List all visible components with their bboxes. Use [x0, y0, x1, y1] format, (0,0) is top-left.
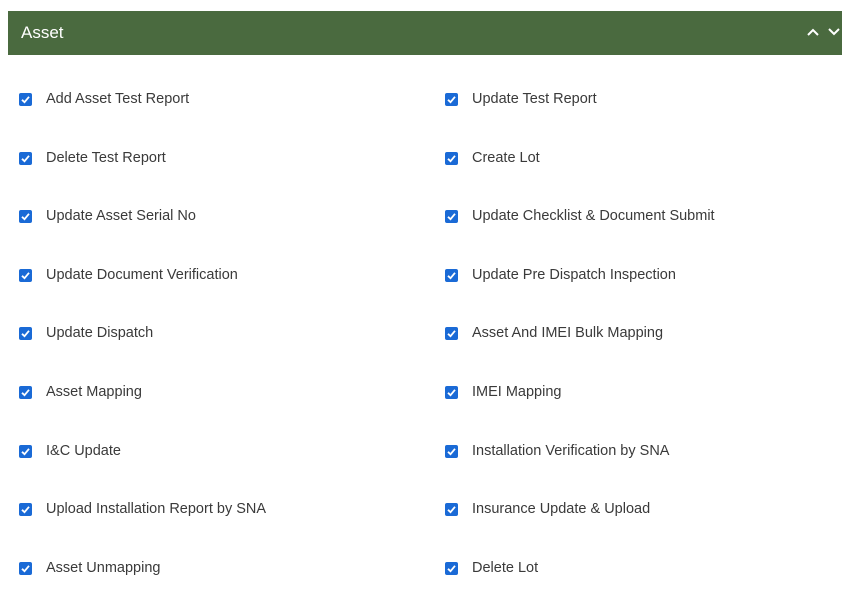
permission-checkbox-item[interactable]: Insurance Update & Upload — [445, 498, 650, 520]
checkbox-checked-icon[interactable] — [19, 92, 32, 106]
permission-checkbox-item[interactable]: Update Asset Serial No — [19, 205, 196, 227]
checkbox-checked-icon[interactable] — [445, 151, 458, 165]
permission-checkbox-item[interactable]: Update Test Report — [445, 88, 597, 110]
checkbox-checked-icon[interactable] — [19, 444, 32, 458]
checkbox-label: Delete Lot — [472, 560, 539, 576]
checkbox-label: Update Checklist & Document Submit — [472, 208, 715, 224]
permission-checkbox-item[interactable]: Installation Verification by SNA — [445, 440, 669, 462]
permission-checkbox-item[interactable]: Update Checklist & Document Submit — [445, 205, 715, 227]
permission-checkbox-item[interactable]: Delete Test Report — [19, 147, 166, 169]
checkbox-checked-icon[interactable] — [19, 268, 32, 282]
permission-checkbox-item[interactable]: Update Document Verification — [19, 264, 238, 286]
checkbox-checked-icon[interactable] — [445, 326, 458, 340]
permission-checkbox-item[interactable]: Add Asset Test Report — [19, 88, 189, 110]
checkbox-label: IMEI Mapping — [472, 384, 562, 400]
checkbox-label: Update Dispatch — [46, 325, 154, 341]
checkbox-checked-icon[interactable] — [445, 209, 458, 223]
permission-checkbox-item[interactable]: Upload Installation Report by SNA — [19, 498, 266, 520]
checkbox-label: Asset Mapping — [46, 384, 142, 400]
checkbox-label: I&C Update — [46, 443, 121, 459]
permission-checkbox-item[interactable]: Update Pre Dispatch Inspection — [445, 264, 676, 286]
checkbox-checked-icon[interactable] — [445, 385, 458, 399]
checkbox-label: Asset Unmapping — [46, 560, 161, 576]
checkbox-label: Delete Test Report — [46, 150, 166, 166]
checkbox-label: Update Test Report — [472, 91, 597, 107]
checkbox-checked-icon[interactable] — [19, 502, 32, 516]
checkbox-checked-icon[interactable] — [445, 444, 458, 458]
checkbox-checked-icon[interactable] — [19, 385, 32, 399]
permission-checkbox-item[interactable]: IMEI Mapping — [445, 381, 561, 403]
permission-checkbox-item[interactable]: Asset And IMEI Bulk Mapping — [445, 322, 663, 344]
permission-checkbox-item[interactable]: I&C Update — [19, 440, 121, 462]
checkbox-checked-icon[interactable] — [445, 561, 458, 575]
checkbox-checked-icon[interactable] — [445, 92, 458, 106]
checkbox-label: Insurance Update & Upload — [472, 501, 651, 517]
checkbox-checked-icon[interactable] — [19, 326, 32, 340]
checkbox-label: Update Asset Serial No — [46, 208, 196, 224]
checkbox-checked-icon[interactable] — [19, 151, 32, 165]
checkbox-label: Update Pre Dispatch Inspection — [472, 267, 676, 283]
permission-checkbox-item[interactable]: Delete Lot — [445, 557, 538, 579]
checkbox-label: Create Lot — [472, 150, 540, 166]
permission-checkbox-item[interactable]: Asset Unmapping — [19, 557, 160, 579]
checkbox-label: Upload Installation Report by SNA — [46, 501, 267, 517]
checkbox-checked-icon[interactable] — [445, 268, 458, 282]
checkbox-checked-icon[interactable] — [19, 209, 32, 223]
checkbox-label: Asset And IMEI Bulk Mapping — [472, 325, 664, 341]
checkbox-label: Installation Verification by SNA — [472, 443, 670, 459]
checkbox-label: Update Document Verification — [46, 267, 238, 283]
permission-checkbox-item[interactable]: Asset Mapping — [19, 381, 142, 403]
checkbox-checked-icon[interactable] — [19, 561, 32, 575]
checkbox-label: Add Asset Test Report — [46, 91, 190, 107]
permission-checkbox-item[interactable]: Create Lot — [445, 147, 540, 169]
permission-grid: Add Asset Test Report Delete Test Report U… — [0, 0, 842, 601]
checkbox-checked-icon[interactable] — [445, 502, 458, 516]
permission-checkbox-item[interactable]: Update Dispatch — [19, 322, 153, 344]
